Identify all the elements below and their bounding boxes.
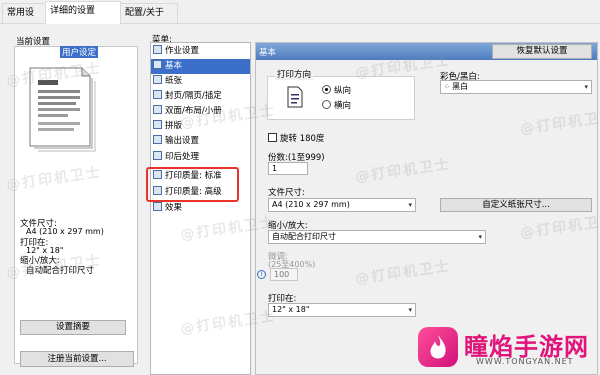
menu-item-effects[interactable]: 效果 xyxy=(153,201,182,215)
duplex-layout-icon xyxy=(153,105,162,114)
tab-common-settings[interactable]: 常用设置 xyxy=(2,3,46,37)
color-mode-select[interactable]: ⁘ 黑白 ▾ xyxy=(440,80,592,94)
menu-item-cover-insert[interactable]: 封页/隔页/插定 xyxy=(153,89,222,103)
menu-item-imposition[interactable]: 拼版 xyxy=(153,119,182,133)
menu-item-basic[interactable]: 基本 xyxy=(153,59,182,73)
highlight-box xyxy=(146,167,239,202)
landscape-radio[interactable]: 横向 xyxy=(322,99,351,111)
menu-item-label: 印后处理 xyxy=(165,152,200,162)
logo-url: WWW.TONGYAN.NET xyxy=(476,357,574,366)
paper-size-value: A4 (210 x 297 mm) xyxy=(26,227,104,236)
doc-size-label: 文件尺寸: xyxy=(268,188,305,198)
flame-logo-icon xyxy=(418,327,458,367)
tab-config-about[interactable]: 配置/关于 xyxy=(120,3,178,23)
tab-detailed-settings[interactable]: 详细的设置 xyxy=(45,1,121,24)
orientation-label: 打印方向 xyxy=(275,68,314,80)
job-settings-icon xyxy=(153,45,162,54)
imposition-icon xyxy=(153,120,162,129)
preview-title: 用户设定 xyxy=(60,46,99,58)
basic-icon xyxy=(153,60,162,69)
menu-item-label: 输出设置 xyxy=(165,136,200,146)
menu-item-label: 封页/隔页/插定 xyxy=(165,91,222,101)
menu-item-job-settings[interactable]: 作业设置 xyxy=(153,44,199,58)
menu-item-label: 基本 xyxy=(165,61,183,71)
menu-item-paper[interactable]: 纸张 xyxy=(153,74,182,88)
register-settings-button[interactable]: 注册当前设置... xyxy=(20,351,134,367)
menu-item-label: 纸张 xyxy=(165,76,183,86)
site-logo: 瞳焰手游网 WWW.TONGYAN.NET xyxy=(418,325,596,373)
info-icon[interactable]: i xyxy=(257,270,266,279)
menu-item-output-settings[interactable]: 输出设置 xyxy=(153,134,199,148)
finishing-icon xyxy=(153,151,162,160)
copies-input[interactable]: 1 xyxy=(268,162,308,175)
cover-insert-icon xyxy=(153,90,162,99)
custom-paper-size-button[interactable]: 自定义纸张尺寸... xyxy=(440,198,592,212)
adjust-input[interactable]: 100 xyxy=(270,268,298,281)
restore-defaults-button[interactable]: 恢复默认设置 xyxy=(492,44,592,59)
output-settings-icon xyxy=(153,135,162,144)
portrait-page-icon xyxy=(287,86,303,108)
menu-item-label: 效果 xyxy=(165,203,183,213)
effects-icon xyxy=(153,202,162,211)
settings-summary-button[interactable]: 设置摘要 xyxy=(20,320,126,335)
menu-item-label: 作业设置 xyxy=(165,46,200,56)
tab-bar: 常用设置 详细的设置 配置/关于 xyxy=(0,0,600,37)
menu-item-finishing[interactable]: 印后处理 xyxy=(153,150,199,164)
main-header-title: 基本 xyxy=(259,48,277,58)
paper-icon xyxy=(153,75,162,84)
portrait-radio[interactable]: 纵向 xyxy=(322,84,351,96)
zoom-select[interactable]: 自动配合打印尺寸 ▾ xyxy=(268,230,486,244)
doc-size-select[interactable]: A4 (210 x 297 mm) ▾ xyxy=(268,198,416,212)
rotate-180-checkbox[interactable]: 旋转 180度 xyxy=(268,132,324,144)
print-on-select[interactable]: 12" x 18" ▾ xyxy=(268,303,416,317)
